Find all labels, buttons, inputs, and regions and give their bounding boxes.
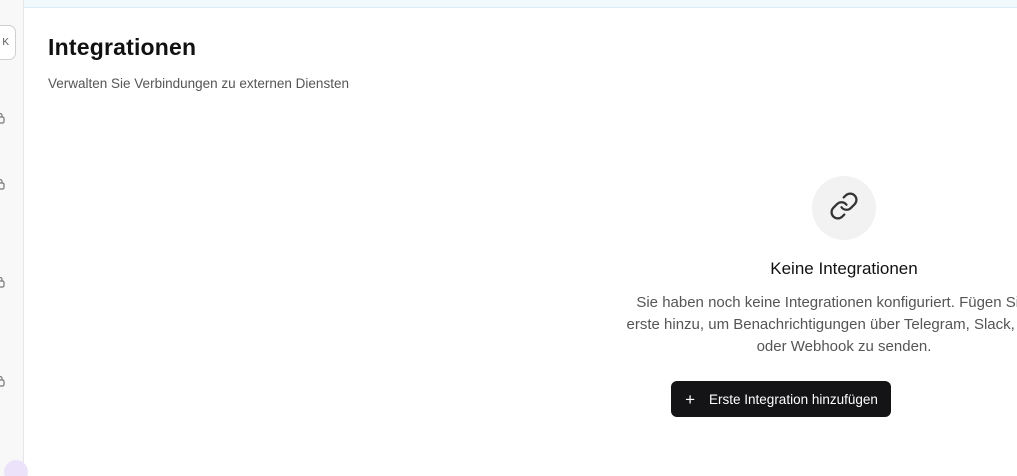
top-bar xyxy=(24,0,1017,8)
lock-icon[interactable] xyxy=(0,178,6,190)
page-subtitle: Verwalten Sie Verbindungen zu externen D… xyxy=(48,76,349,91)
avatar[interactable] xyxy=(4,460,28,476)
empty-state-title: Keine Integrationen xyxy=(770,259,918,278)
add-first-integration-button[interactable]: + Erste Integration hinzufügen xyxy=(671,381,891,417)
page-header: Integrationen Verwalten Sie Verbindungen… xyxy=(48,34,349,91)
plus-icon: + xyxy=(685,389,696,409)
lock-icon[interactable] xyxy=(0,112,6,124)
page-title: Integrationen xyxy=(48,34,197,60)
empty-state: Keine Integrationen Sie haben noch keine… xyxy=(560,176,1017,417)
add-first-integration-label: Erste Integration hinzufügen xyxy=(709,391,878,407)
shortcut-hint: K xyxy=(2,37,9,48)
lock-icon[interactable] xyxy=(0,276,6,288)
lock-icon[interactable] xyxy=(0,375,6,387)
empty-state-icon-circle xyxy=(812,176,876,240)
sidebar: K xyxy=(0,0,28,476)
search-shortcut-button[interactable]: K xyxy=(0,25,16,60)
empty-state-description: Sie haben noch keine Integrationen konfi… xyxy=(626,294,1017,355)
app-window: K Integrationen Verwalten Sie Verbindung… xyxy=(0,0,1017,476)
link-icon xyxy=(829,191,859,226)
